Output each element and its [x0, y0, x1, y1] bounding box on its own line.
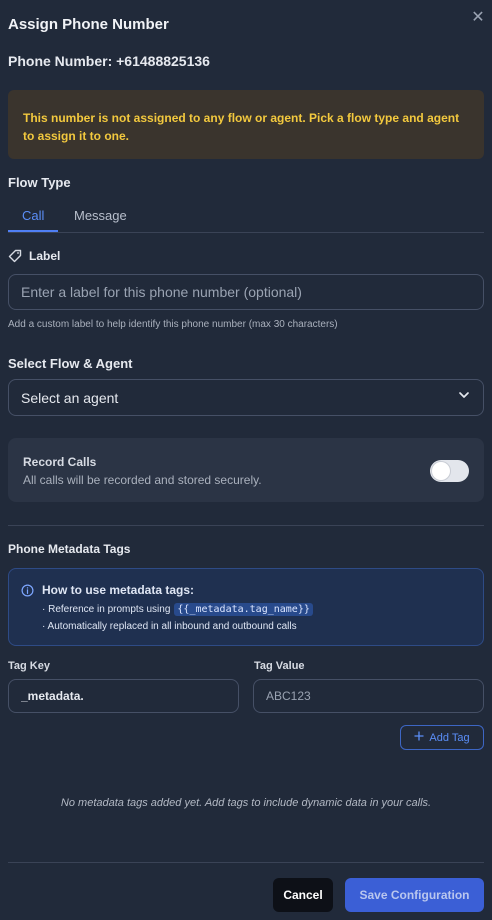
metadata-title: Phone Metadata Tags — [8, 542, 131, 556]
tag-value-input[interactable] — [253, 679, 484, 713]
agent-select-value: Select an agent — [21, 389, 119, 406]
cancel-button[interactable]: Cancel — [273, 878, 333, 912]
unassigned-warning: This number is not assigned to any flow … — [8, 90, 484, 159]
record-calls-title: Record Calls — [23, 455, 97, 469]
chevron-down-icon — [457, 388, 471, 407]
info-line-2: · Automatically replaced in all inbound … — [42, 621, 297, 632]
flow-agent-title: Select Flow & Agent — [8, 356, 133, 371]
save-configuration-button[interactable]: Save Configuration — [345, 878, 484, 912]
agent-select[interactable]: Select an agent — [8, 379, 484, 416]
assign-phone-dialog: Assign Phone Number ✕ Phone Number: +614… — [0, 0, 492, 920]
metadata-info-box: How to use metadata tags: · Reference in… — [8, 568, 484, 646]
add-tag-label: Add Tag — [429, 731, 470, 744]
flow-type-title: Flow Type — [8, 175, 71, 190]
info-line-1-text: · Reference in prompts using — [42, 604, 171, 615]
info-heading: How to use metadata tags: — [42, 583, 195, 597]
label-helper-text: Add a custom label to help identify this… — [8, 319, 338, 330]
info-code-snippet: {{_metadata.tag_name}} — [174, 603, 313, 616]
label-input[interactable] — [8, 274, 484, 310]
info-line-1: · Reference in prompts using {{_metadata… — [42, 603, 313, 616]
tag-value-label: Tag Value — [254, 660, 305, 672]
dialog-title: Assign Phone Number — [8, 16, 169, 33]
add-tag-button[interactable]: Add Tag — [400, 725, 484, 750]
tab-message[interactable]: Message — [74, 208, 127, 223]
label-field-header: Label — [8, 248, 60, 264]
active-tab-indicator — [8, 230, 58, 232]
phone-number-label: Phone Number: +61488825136 — [8, 53, 210, 69]
label-field-title: Label — [29, 249, 61, 263]
flow-type-tabs: Call Message — [8, 200, 484, 233]
record-calls-toggle[interactable] — [430, 460, 469, 482]
tab-call[interactable]: Call — [22, 208, 44, 223]
footer-divider — [8, 862, 484, 863]
record-calls-panel: Record Calls All calls will be recorded … — [8, 438, 484, 502]
plus-icon — [414, 731, 425, 744]
section-divider — [8, 525, 484, 526]
toggle-knob — [432, 462, 450, 480]
close-icon[interactable]: ✕ — [470, 10, 486, 26]
tag-key-label: Tag Key — [8, 660, 50, 672]
record-calls-description: All calls will be recorded and stored se… — [23, 473, 262, 487]
metadata-empty-state: No metadata tags added yet. Add tags to … — [60, 797, 432, 809]
info-icon — [21, 584, 34, 602]
tag-key-input[interactable] — [8, 679, 239, 713]
tag-icon — [8, 249, 22, 263]
